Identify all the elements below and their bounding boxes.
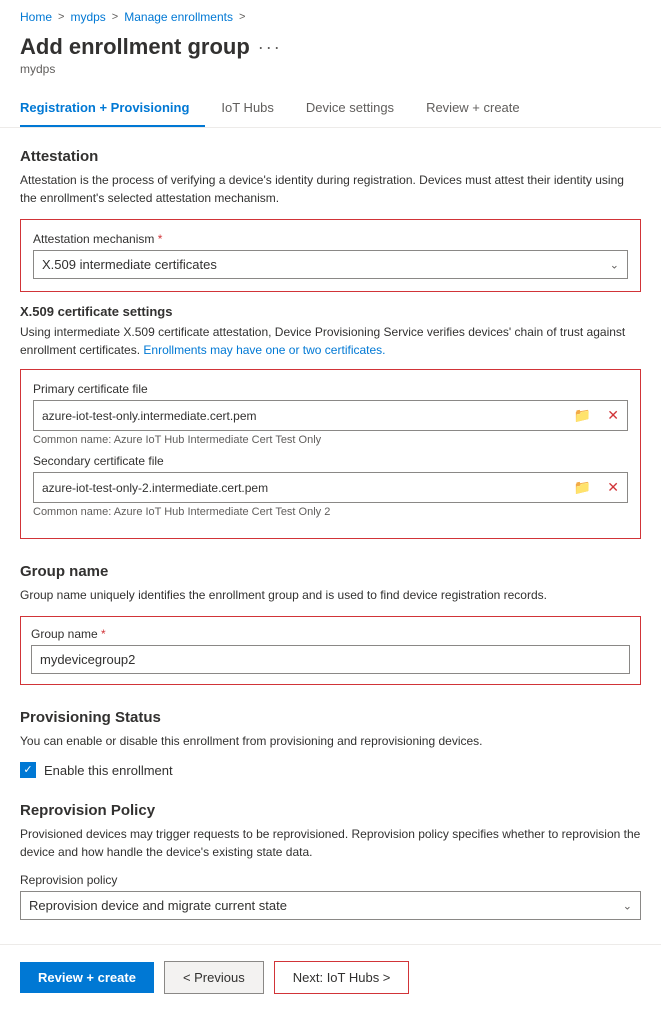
ellipsis-button[interactable]: ···: [258, 37, 282, 58]
reprovision-select-wrapper: Reprovision device and migrate current s…: [20, 891, 641, 920]
folder-icon: 📁: [574, 407, 591, 423]
x509-title: X.509 certificate settings: [20, 304, 641, 319]
primary-cert-field: Primary certificate file 📁 ✕ Common name…: [33, 382, 628, 446]
attestation-section: Attestation Attestation is the process o…: [20, 148, 641, 539]
breadcrumb-sep3: >: [239, 11, 245, 23]
group-name-section: Group name Group name uniquely identifie…: [20, 563, 641, 685]
secondary-cert-input[interactable]: [34, 475, 566, 501]
group-name-title: Group name: [20, 563, 641, 580]
x509-desc: Using intermediate X.509 certificate att…: [20, 323, 641, 359]
attestation-desc: Attestation is the process of verifying …: [20, 171, 641, 207]
close-icon: ✕: [607, 479, 619, 495]
reprovision-section: Reprovision Policy Provisioned devices m…: [20, 802, 641, 920]
attestation-title: Attestation: [20, 148, 641, 165]
provisioning-status-section: Provisioning Status You can enable or di…: [20, 709, 641, 778]
primary-cert-input-row: 📁 ✕: [33, 400, 628, 431]
secondary-cert-clear-button[interactable]: ✕: [599, 473, 627, 502]
reprovision-desc: Provisioned devices may trigger requests…: [20, 825, 641, 861]
secondary-cert-label: Secondary certificate file: [33, 454, 628, 468]
reprovision-title: Reprovision Policy: [20, 802, 641, 819]
breadcrumb-sep2: >: [112, 11, 118, 23]
page-title: Add enrollment group: [20, 34, 250, 60]
tab-devicesettings[interactable]: Device settings: [306, 90, 410, 127]
enable-enrollment-checkbox[interactable]: ✓: [20, 762, 36, 778]
tab-reviewcreate[interactable]: Review + create: [426, 90, 536, 127]
checkmark-icon: ✓: [23, 765, 32, 776]
attestation-mechanism-box: Attestation mechanism * X.509 intermedia…: [20, 219, 641, 292]
close-icon: ✕: [607, 407, 619, 423]
tabs-bar: Registration + Provisioning IoT Hubs Dev…: [0, 90, 661, 128]
group-name-label: Group name *: [31, 627, 630, 641]
folder-icon: 📁: [574, 479, 591, 495]
primary-cert-clear-button[interactable]: ✕: [599, 401, 627, 430]
provisioning-status-desc: You can enable or disable this enrollmen…: [20, 732, 641, 750]
provisioning-status-title: Provisioning Status: [20, 709, 641, 726]
enable-enrollment-row: ✓ Enable this enrollment: [20, 762, 641, 778]
group-name-desc: Group name uniquely identifies the enrol…: [20, 586, 641, 604]
x509-desc-link[interactable]: Enrollments may have one or two certific…: [143, 343, 385, 357]
secondary-cert-field: Secondary certificate file 📁 ✕ Common na…: [33, 454, 628, 518]
breadcrumb-home[interactable]: Home: [20, 10, 52, 24]
breadcrumb-sep1: >: [58, 11, 64, 23]
secondary-common-name: Common name: Azure IoT Hub Intermediate …: [33, 506, 628, 518]
review-create-button[interactable]: Review + create: [20, 962, 154, 993]
primary-cert-folder-button[interactable]: 📁: [566, 401, 599, 430]
breadcrumb-manage[interactable]: Manage enrollments: [124, 10, 233, 24]
primary-cert-label: Primary certificate file: [33, 382, 628, 396]
page-header: Add enrollment group ··· mydps: [0, 30, 661, 86]
reprovision-policy-label: Reprovision policy: [20, 873, 641, 887]
group-name-box: Group name *: [20, 616, 641, 685]
next-button[interactable]: Next: IoT Hubs >: [274, 961, 410, 994]
x509-section: X.509 certificate settings Using interme…: [20, 304, 641, 539]
mechanism-select[interactable]: X.509 intermediate certificatesX.509 CA …: [34, 251, 627, 278]
primary-common-name: Common name: Azure IoT Hub Intermediate …: [33, 434, 628, 446]
secondary-cert-input-row: 📁 ✕: [33, 472, 628, 503]
breadcrumb: Home > mydps > Manage enrollments >: [0, 0, 661, 30]
tab-iothubs[interactable]: IoT Hubs: [221, 90, 290, 127]
primary-cert-input[interactable]: [34, 403, 566, 429]
cert-fields-box: Primary certificate file 📁 ✕ Common name…: [20, 369, 641, 539]
mechanism-label: Attestation mechanism *: [33, 232, 628, 246]
group-name-input[interactable]: [31, 645, 630, 674]
reprovision-policy-select[interactable]: Reprovision device and migrate current s…: [21, 892, 640, 919]
mechanism-select-wrapper: X.509 intermediate certificatesX.509 CA …: [33, 250, 628, 279]
breadcrumb-mydps[interactable]: mydps: [70, 10, 105, 24]
previous-button[interactable]: < Previous: [164, 961, 264, 994]
main-content: Attestation Attestation is the process o…: [0, 128, 661, 920]
footer-bar: Review + create < Previous Next: IoT Hub…: [0, 944, 661, 1010]
page-subtitle: mydps: [20, 62, 641, 76]
tab-registration[interactable]: Registration + Provisioning: [20, 90, 205, 127]
enable-enrollment-label: Enable this enrollment: [44, 763, 173, 778]
secondary-cert-folder-button[interactable]: 📁: [566, 473, 599, 502]
